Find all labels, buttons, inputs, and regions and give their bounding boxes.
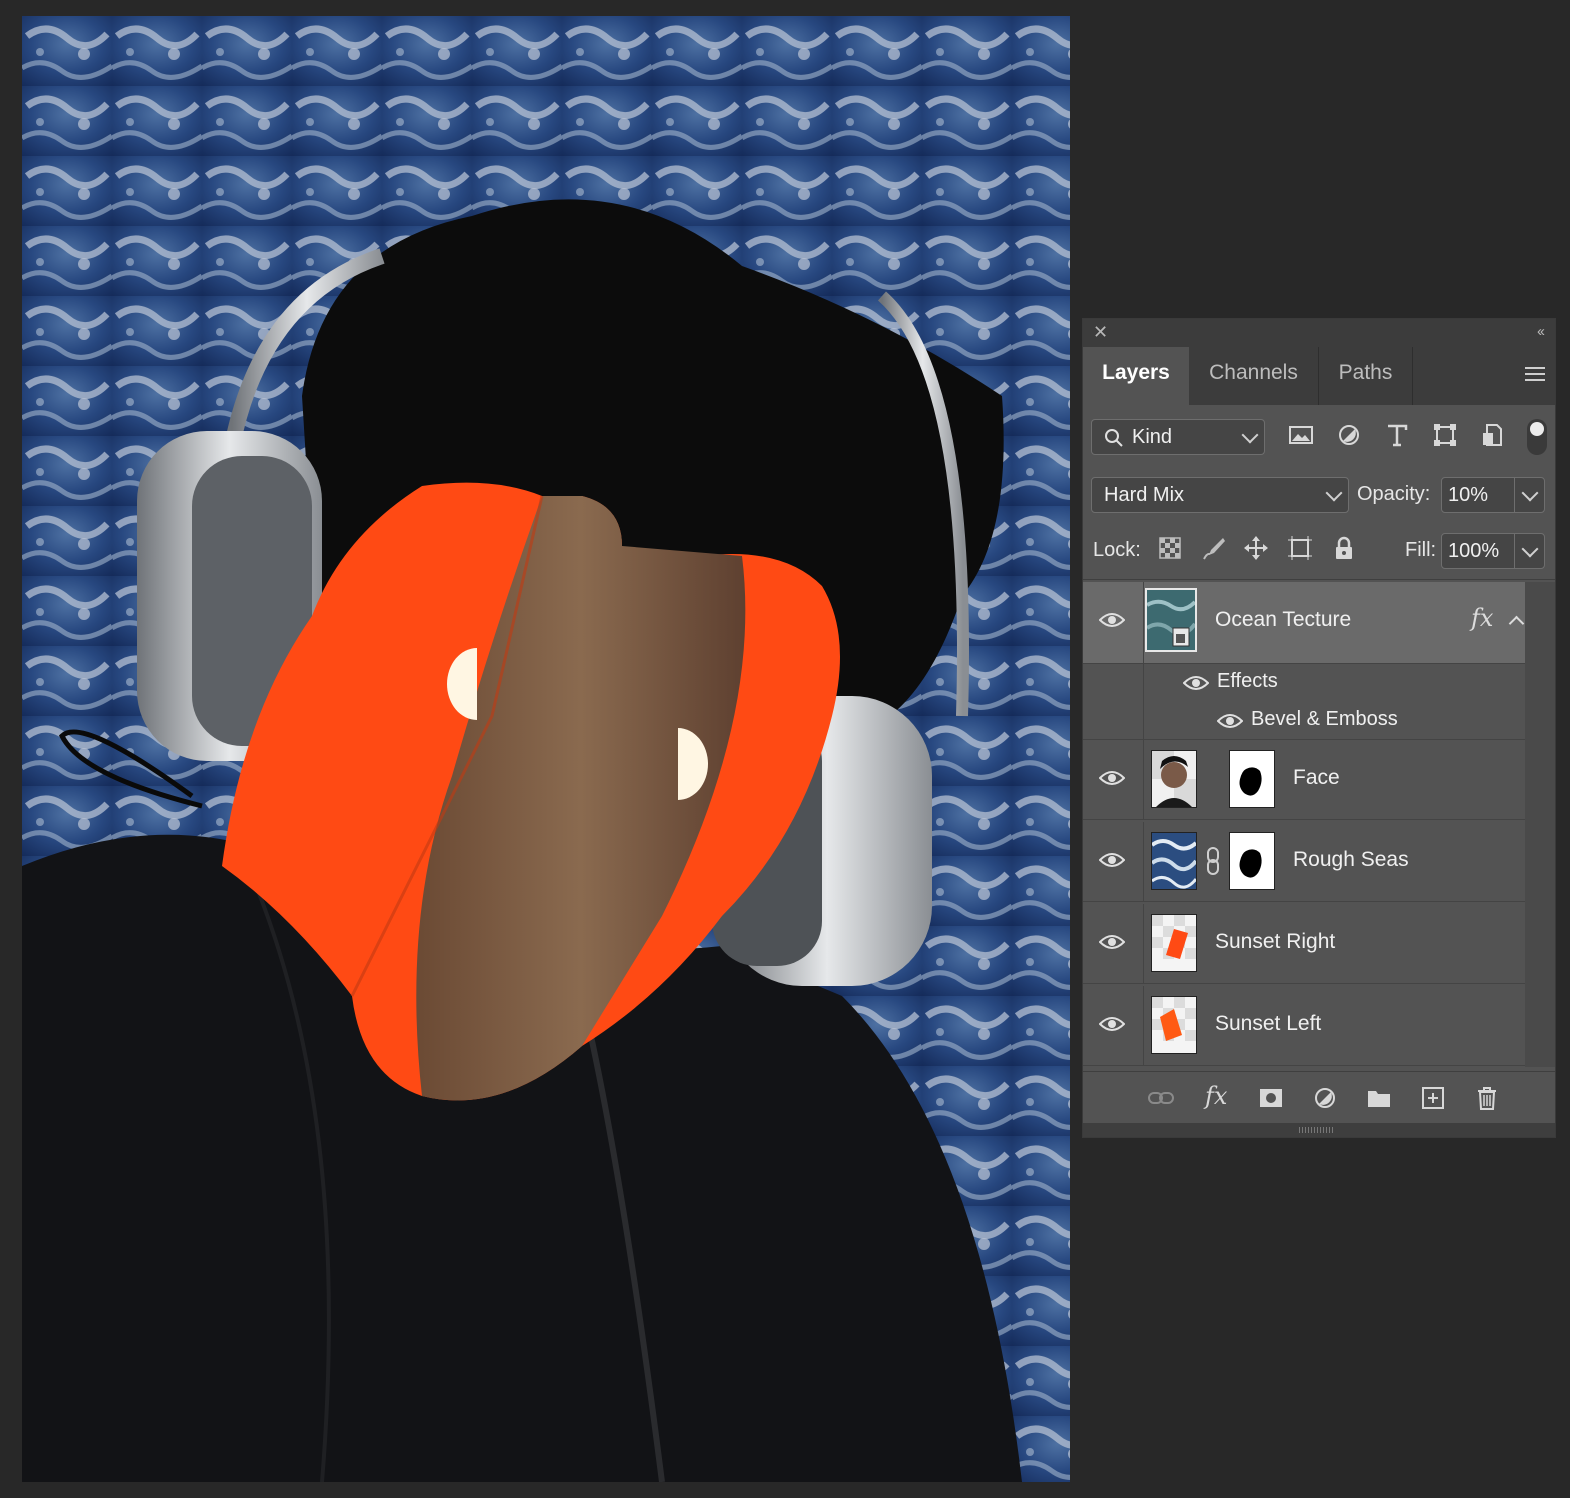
panel-title-bar[interactable]: ✕ ‹‹ [1083,319,1555,347]
mask-icon[interactable] [1257,1084,1285,1112]
lock-artboard-icon[interactable] [1287,535,1313,561]
layer-name[interactable]: Face [1293,766,1340,790]
eye-icon[interactable] [1099,769,1125,787]
layer-row-ocean-tecture[interactable]: Ocean Tecture fx [1083,582,1525,664]
folder-icon[interactable] [1365,1084,1393,1112]
face-thumbnail [1152,751,1196,807]
eye-column-divider [1143,904,1144,983]
opacity-field[interactable]: 10% [1441,477,1545,513]
search-icon [1105,429,1123,447]
shape-filter-icon[interactable] [1431,421,1459,449]
lock-all-icon[interactable] [1331,535,1357,561]
fx-icon[interactable]: fx [1471,604,1493,632]
layer-row-sunset-right[interactable]: Sunset Right [1083,904,1525,984]
layer-name[interactable]: Rough Seas [1293,848,1409,872]
trash-icon[interactable] [1473,1084,1501,1112]
blend-mode-select[interactable]: Hard Mix [1091,477,1349,513]
effects-label[interactable]: Effects [1217,670,1278,693]
type-filter-icon[interactable] [1383,421,1411,449]
collapse-icon[interactable]: ‹‹ [1537,323,1545,340]
panel-menu-icon[interactable] [1525,367,1545,385]
resize-grip[interactable] [1083,1123,1555,1137]
new-layer-icon[interactable] [1419,1084,1447,1112]
lock-image-pixels-icon[interactable] [1201,535,1227,561]
eye-column-divider [1143,582,1144,663]
layer-name[interactable]: Sunset Right [1215,930,1335,954]
fill-value: 100% [1448,540,1500,562]
seas-thumbnail [1150,833,1198,889]
lock-position-icon[interactable] [1243,535,1269,561]
chevron-down-icon [1325,484,1343,502]
layer-thumbnail [1151,914,1197,972]
mask-thumbnail[interactable] [1229,750,1275,808]
fx-icon[interactable]: fx [1205,1082,1227,1110]
layer-row-rough-seas[interactable]: Rough Seas [1083,822,1525,902]
sunset-right-thumbnail [1152,915,1196,971]
tab-paths[interactable]: Paths [1319,347,1413,405]
layers-bottom-toolbar: fx [1083,1071,1555,1124]
layer-thumbnail [1151,996,1197,1054]
divider [1083,579,1555,580]
fill-label: Fill: [1405,539,1437,561]
filter-toggle[interactable] [1527,419,1547,455]
layer-effects-group: Effects Bevel & Emboss [1083,664,1525,740]
smart-object-thumbnail [1145,590,1197,650]
chevron-down-icon [1241,426,1259,444]
layers-panel: ✕ ‹‹ Layers Channels Paths Kind Hard Mix… [1082,318,1556,1138]
opacity-value: 10% [1448,484,1489,506]
image-filter-icon[interactable] [1287,421,1315,449]
layer-thumbnail [1145,588,1197,652]
layers-scrollbar[interactable] [1525,582,1555,1067]
eye-column-divider [1143,664,1144,739]
layer-row-sunset-left[interactable]: Sunset Left [1083,986,1525,1066]
filter-kind-select[interactable]: Kind [1091,419,1265,455]
layer-name[interactable]: Ocean Tecture [1215,608,1351,632]
lock-label: Lock: [1093,539,1141,561]
chevron-down-icon [1521,484,1539,502]
eye-icon[interactable] [1099,851,1125,869]
tab-channels[interactable]: Channels [1189,347,1319,405]
layer-row-face[interactable]: Face [1083,740,1525,820]
document-canvas[interactable] [22,16,1070,1482]
effect-bevel-emboss[interactable]: Bevel & Emboss [1251,708,1398,731]
eye-icon[interactable] [1099,1015,1125,1033]
chevron-up-icon[interactable] [1508,615,1525,632]
link-icon[interactable] [1205,846,1221,876]
layer-filter-row: Kind [1083,415,1555,463]
eye-icon[interactable] [1099,933,1125,951]
adjustment-filter-icon[interactable] [1335,421,1363,449]
mask-shape [1239,767,1262,796]
artwork [22,16,1070,1482]
layer-thumbnail [1150,832,1198,890]
eye-icon[interactable] [1217,712,1243,730]
adjustment-icon[interactable] [1311,1084,1339,1112]
fill-field[interactable]: 100% [1441,533,1545,569]
link-layers-icon[interactable] [1147,1084,1175,1112]
close-icon[interactable]: ✕ [1093,322,1108,343]
layer-name[interactable]: Sunset Left [1215,1012,1321,1036]
tab-layers[interactable]: Layers [1083,347,1189,405]
mask-shape [1239,849,1262,878]
eye-column-divider [1143,740,1144,819]
eye-icon[interactable] [1099,611,1125,629]
filter-kind-label: Kind [1132,426,1173,448]
eye-icon[interactable] [1183,674,1209,692]
smart-object-filter-icon[interactable] [1479,421,1507,449]
blend-mode-value: Hard Mix [1104,484,1185,506]
layer-thumbnail [1151,750,1197,808]
lock-transparent-pixels-icon[interactable] [1157,535,1183,561]
opacity-label: Opacity: [1357,483,1431,505]
eye-column-divider [1143,986,1144,1065]
eye-column-divider [1143,822,1144,901]
panel-tabs: Layers Channels Paths [1083,347,1555,405]
mask-thumbnail[interactable] [1229,832,1275,890]
sunset-left-thumbnail [1152,997,1196,1053]
chevron-down-icon [1521,540,1539,558]
